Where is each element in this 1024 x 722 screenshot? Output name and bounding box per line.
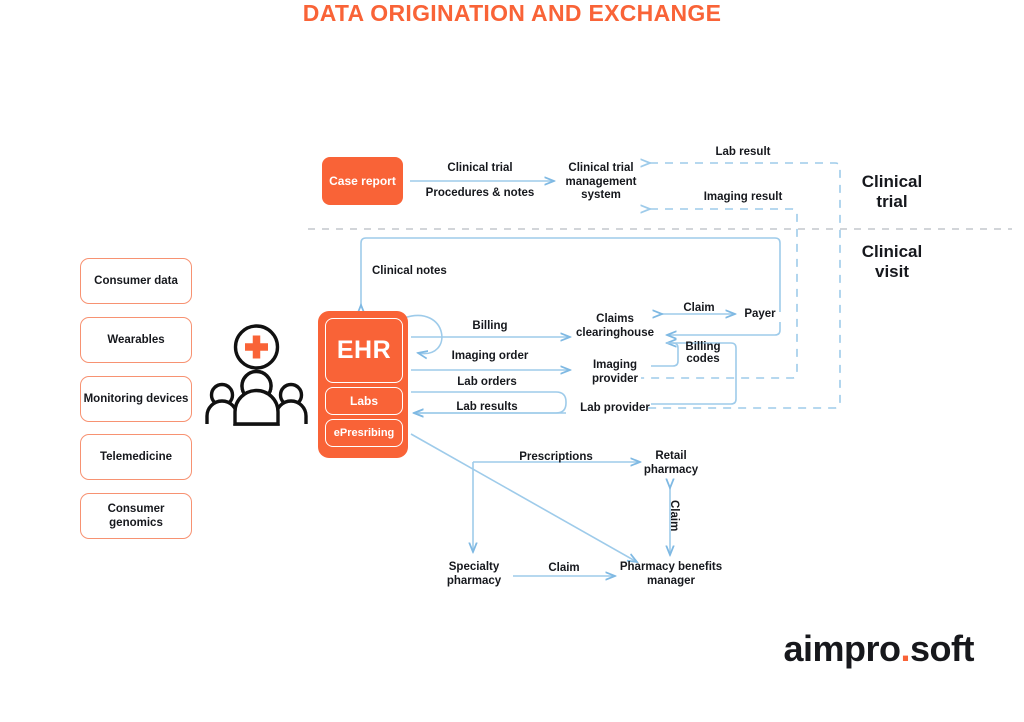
edge-label-claim-payer: Claim [683, 302, 715, 314]
node-label: ePresribing [333, 427, 395, 439]
source-box-telemedicine[interactable]: Telemedicine [80, 434, 192, 480]
node-label: Case report [329, 174, 396, 188]
brand-name-right: soft [910, 628, 975, 669]
source-label: Wearables [107, 333, 165, 346]
zone-line-2: trial [876, 192, 908, 212]
node-case-report[interactable]: Case report [322, 157, 403, 205]
brand-separator-dot: . [900, 628, 910, 669]
edge-label-claim-specialty: Claim [548, 562, 580, 574]
edge-label-clinical-trial: Clinical trial [447, 162, 513, 174]
source-box-monitoring-devices[interactable]: Monitoring devices [80, 376, 192, 422]
node-ehr-system[interactable]: EHR Labs ePresribing [318, 311, 408, 458]
patients-group-icon [205, 324, 308, 426]
node-eprescribing[interactable]: ePresribing [325, 419, 403, 447]
edge-label-imaging-order: Imaging order [451, 350, 529, 362]
source-label: Monitoring devices [83, 392, 189, 405]
edge-label-claim-retail-pbm: Claim [668, 500, 680, 532]
node-pharmacy-benefits-manager[interactable]: Pharmacy benefits manager [612, 561, 730, 588]
edge-label-lab-results: Lab results [456, 401, 518, 413]
edge-label-lab-result: Lab result [715, 146, 771, 158]
source-box-consumer-genomics[interactable]: Consumer genomics [80, 493, 192, 539]
edge-label-imaging-result: Imaging result [703, 191, 783, 203]
brand-name-left: aimpro [783, 628, 901, 669]
edge-label-clinical-notes: Clinical notes [372, 265, 447, 277]
diagram-canvas: DATA ORIGINATION AND EXCHANGE Consumer d… [0, 0, 1024, 722]
node-label: Labs [349, 394, 378, 408]
source-box-wearables[interactable]: Wearables [80, 317, 192, 363]
node-specialty-pharmacy[interactable]: Specialty pharmacy [436, 561, 512, 588]
brand-logo: aimpro.soft [783, 628, 974, 670]
source-label: Telemedicine [99, 450, 172, 463]
node-payer[interactable]: Payer [738, 308, 782, 322]
node-ctms[interactable]: Clinical trial management system [558, 162, 644, 203]
source-label: Consumer genomics [107, 502, 165, 529]
edge-label-billing: Billing [472, 320, 508, 332]
node-labs[interactable]: Labs [325, 387, 403, 415]
wire-payer-return [667, 322, 781, 335]
zone-line-1: Clinical [861, 172, 923, 191]
edge-label-procedures-notes: Procedures & notes [425, 187, 535, 199]
edge-label-billing-codes: Billing codes [685, 341, 721, 365]
edge-label-prescriptions: Prescriptions [519, 451, 593, 463]
zone-label-clinical-visit: Clinical visit [846, 242, 938, 283]
zone-line-1: Clinical [861, 242, 923, 261]
node-ehr[interactable]: EHR [325, 318, 403, 383]
node-imaging-provider[interactable]: Imaging provider [578, 359, 652, 386]
node-label: EHR [336, 336, 392, 364]
wire-ehr-selfloop [403, 314, 443, 353]
zone-line-2: visit [874, 262, 910, 282]
node-retail-pharmacy[interactable]: Retail pharmacy [636, 450, 706, 477]
source-label: Consumer data [94, 274, 178, 287]
source-box-consumer-data[interactable]: Consumer data [80, 258, 192, 304]
edge-label-lab-orders: Lab orders [457, 376, 517, 388]
zone-label-clinical-trial: Clinical trial [846, 172, 938, 213]
page-title: DATA ORIGINATION AND EXCHANGE [302, 0, 722, 26]
node-lab-provider[interactable]: Lab provider [572, 402, 658, 416]
node-claims-clearinghouse[interactable]: Claims clearinghouse [568, 313, 662, 340]
